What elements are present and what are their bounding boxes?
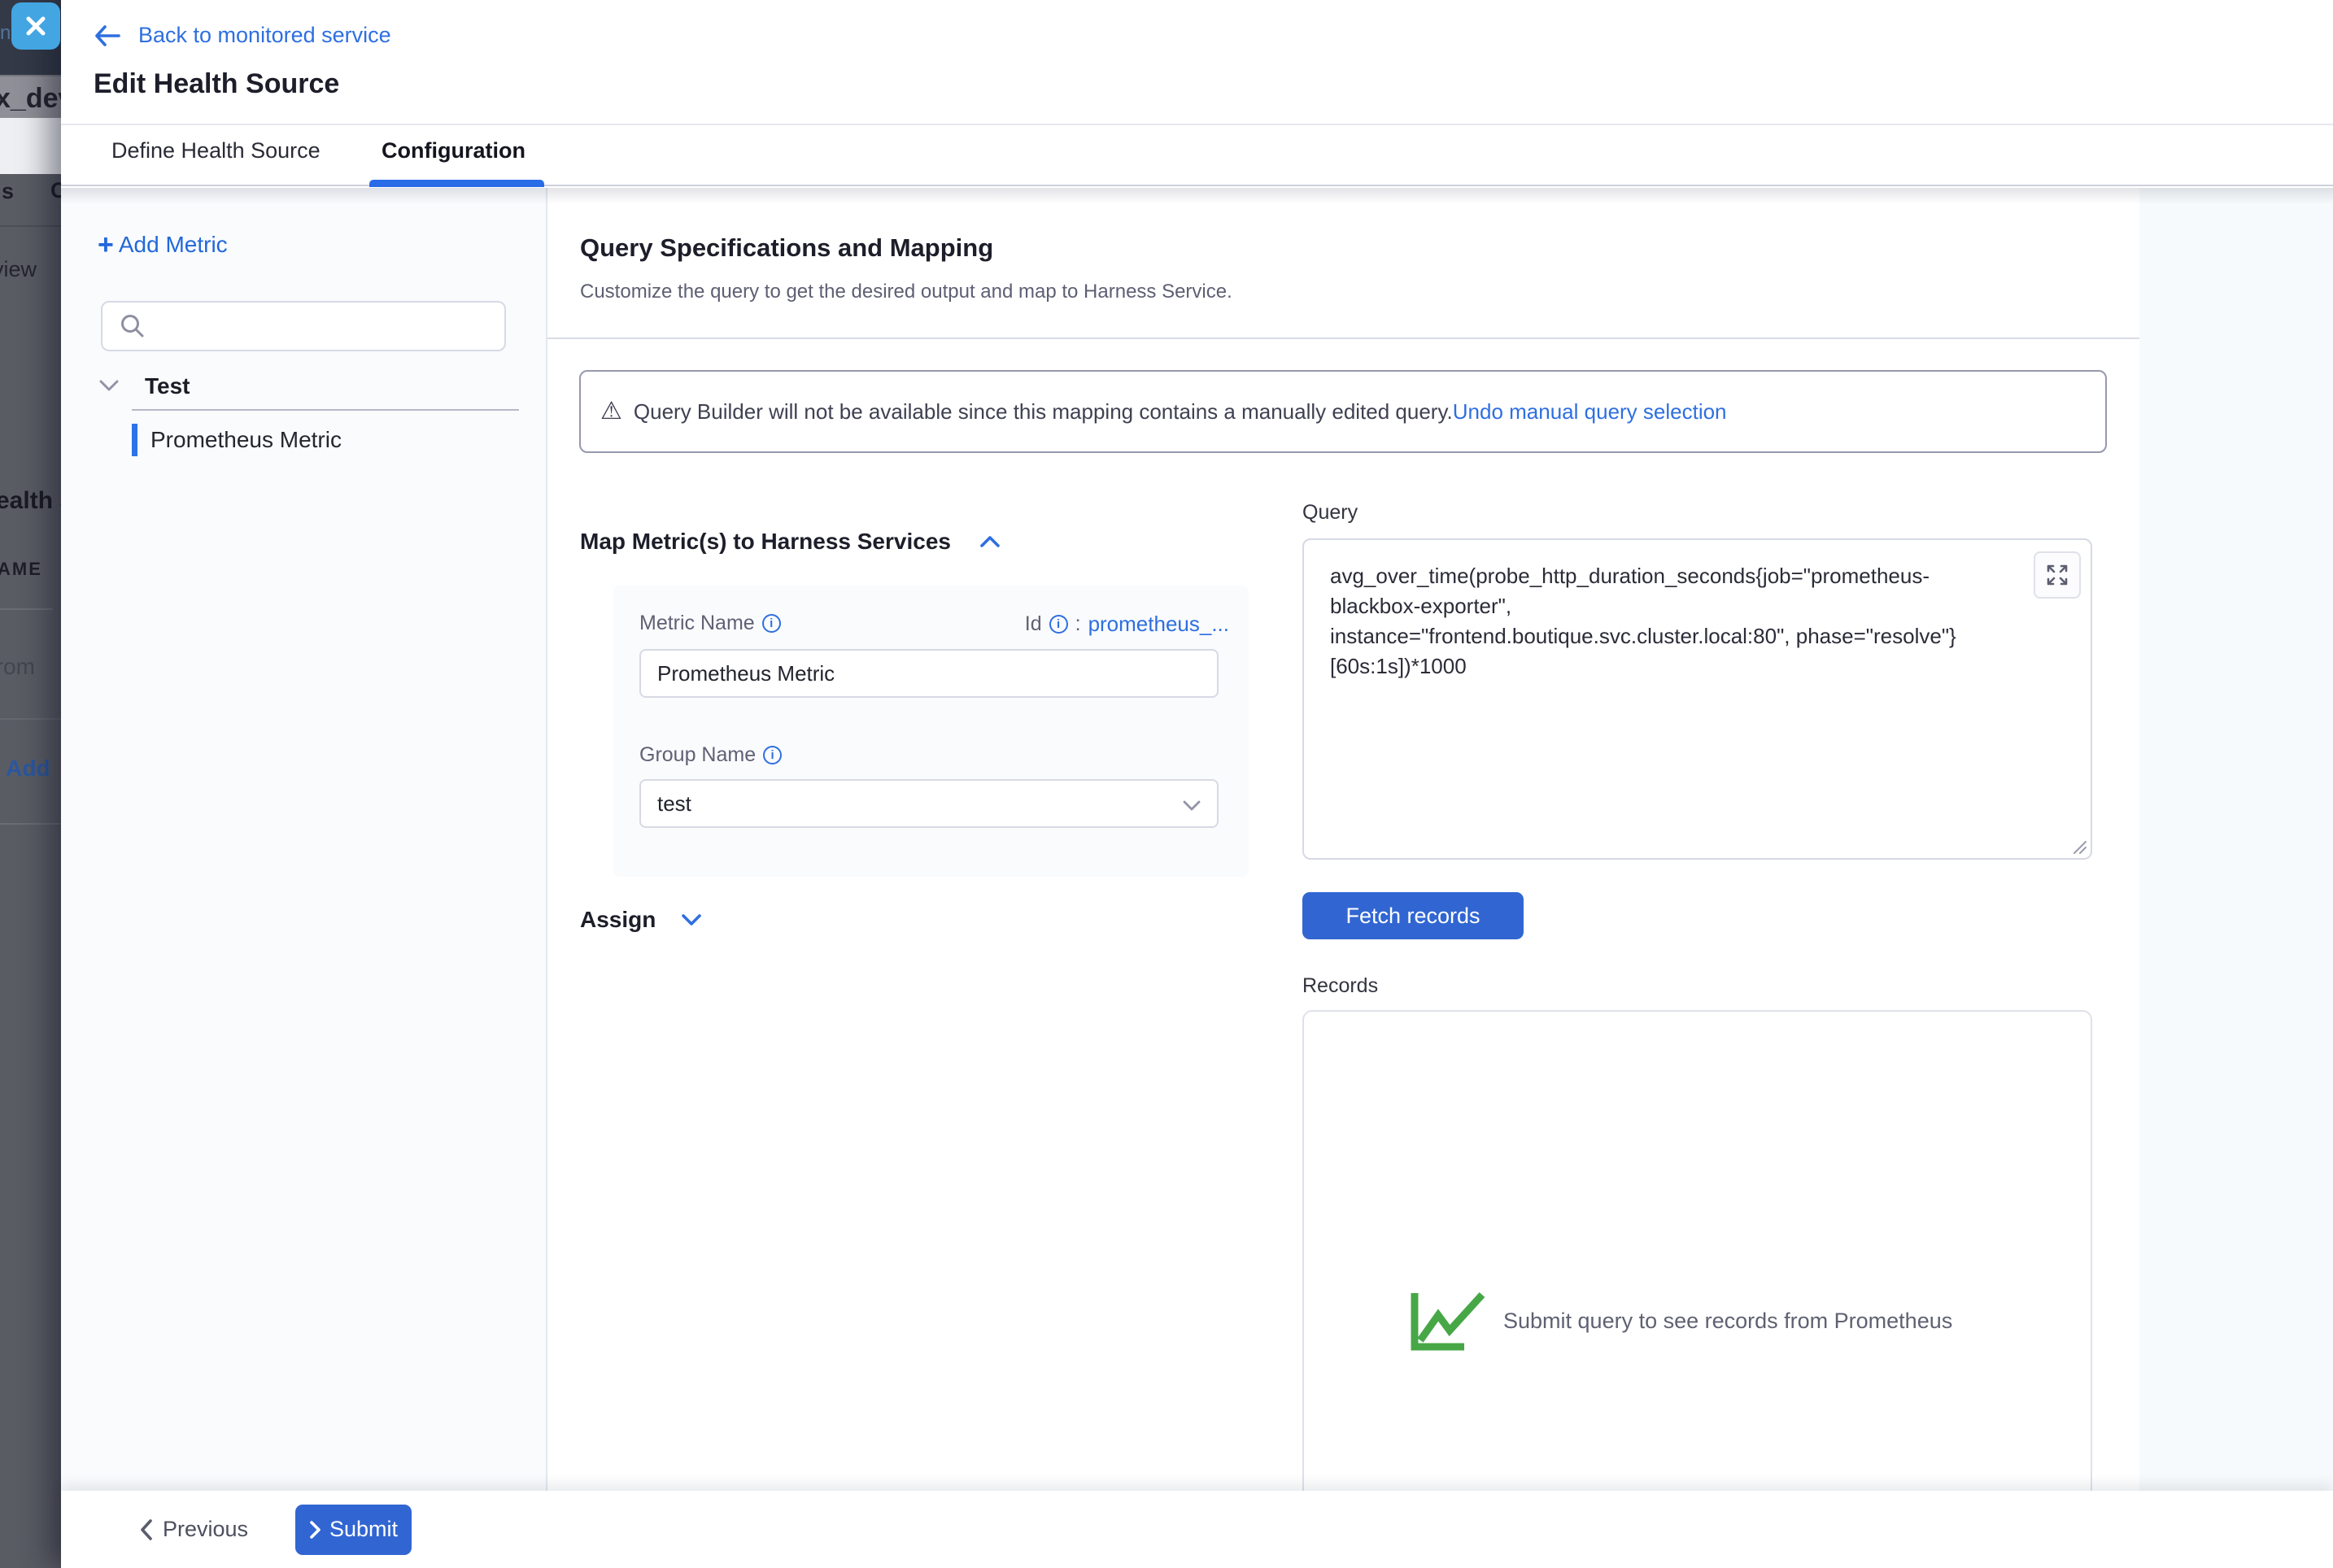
group-name-select[interactable]: test — [639, 779, 1219, 828]
fetch-records-button[interactable]: Fetch records — [1302, 892, 1524, 939]
sidebar-item-label: Prometheus Metric — [150, 427, 342, 453]
previous-button-label: Previous — [163, 1517, 248, 1542]
divider — [0, 225, 61, 227]
group-name-label-row: Group Name i — [639, 743, 782, 767]
chevron-left-icon — [139, 1518, 153, 1541]
divider — [547, 338, 2139, 339]
info-icon[interactable]: i — [1049, 615, 1068, 634]
map-metric-card: Metric Name i Id i : prometheus_... Grou… — [613, 586, 1249, 877]
search-input[interactable] — [158, 314, 499, 339]
query-text: avg_over_time(probe_http_duration_second… — [1330, 561, 2017, 682]
group-name-value: test — [657, 791, 691, 817]
expand-query-button[interactable] — [2034, 551, 2081, 599]
background-content: s C rview ealth So AME Prom + Add — [0, 174, 61, 1568]
background-page-dimmed: nt x_dev s C rview ealth So AME Prom + A… — [0, 0, 61, 1568]
submit-button[interactable]: Submit — [295, 1505, 412, 1555]
records-empty-text: Submit query to see records from Prometh… — [1503, 1309, 1952, 1334]
background-column-header-fragment: AME — [0, 559, 42, 580]
divider — [132, 409, 519, 411]
map-metrics-section-title[interactable]: Map Metric(s) to Harness Services — [580, 529, 951, 555]
records-panel: Submit query to see records from Prometh… — [1302, 1010, 2092, 1491]
metrics-sidebar: + Add Metric Test Prometheus — [61, 188, 547, 1491]
add-metric-label: Add Metric — [119, 232, 228, 258]
drawer-footer: Previous Submit — [61, 1491, 2333, 1568]
metric-name-label-row: Metric Name i — [639, 612, 781, 635]
divider — [0, 823, 61, 825]
close-icon[interactable] — [11, 2, 60, 50]
back-link-label: Back to monitored service — [138, 23, 391, 48]
divider — [61, 124, 2333, 125]
query-textarea[interactable]: avg_over_time(probe_http_duration_second… — [1302, 538, 2092, 860]
background-heading-fragment: ealth So — [0, 487, 61, 515]
records-label: Records — [1302, 974, 1378, 998]
background-navitem-fragment: rview — [0, 257, 37, 282]
id-label: Id — [1025, 612, 1042, 636]
metric-id-row: Id i : prometheus_... — [1025, 612, 1229, 637]
chevron-right-icon — [309, 1520, 321, 1540]
metric-group-test[interactable]: Test — [145, 373, 190, 399]
background-page-title-band: x_dev — [0, 75, 61, 118]
x-icon — [24, 15, 47, 37]
metric-name-input[interactable] — [639, 649, 1219, 698]
background-tab-fragment: s — [2, 179, 14, 204]
warning-icon: ⚠ — [600, 399, 622, 424]
background-tab-fragment: C — [50, 178, 61, 203]
search-icon — [119, 312, 146, 340]
chevron-down-icon — [1183, 800, 1201, 811]
tab-define-health-source[interactable]: Define Health Source — [111, 138, 321, 163]
undo-manual-query-link[interactable]: Undo manual query selection — [1453, 399, 1727, 425]
background-toolbar-band — [0, 118, 61, 174]
active-tab-underline — [369, 180, 544, 187]
background-add-button-fragment: + Add — [0, 756, 50, 782]
assign-section-title[interactable]: Assign — [580, 907, 656, 933]
chevron-down-icon[interactable] — [99, 380, 119, 392]
group-name-label: Group Name — [639, 743, 756, 767]
info-icon[interactable]: i — [763, 746, 782, 764]
edit-health-source-drawer: Back to monitored service Edit Health So… — [61, 0, 2333, 1568]
resize-grip[interactable] — [2068, 835, 2087, 855]
metric-name-label: Metric Name — [639, 612, 755, 635]
query-builder-warning-banner: ⚠ Query Builder will not be available si… — [579, 370, 2107, 453]
add-metric-button[interactable]: + Add Metric — [98, 232, 228, 258]
records-empty-state: Submit query to see records from Prometh… — [1407, 1288, 1952, 1353]
previous-button[interactable]: Previous — [139, 1517, 248, 1542]
background-page-title-fragment: x_dev — [0, 83, 61, 115]
screen: nt x_dev s C rview ealth So AME Prom + A… — [0, 0, 2333, 1568]
section-heading: Query Specifications and Mapping — [580, 233, 993, 263]
id-colon: : — [1075, 612, 1081, 636]
chevron-down-icon[interactable] — [682, 914, 701, 926]
line-chart-icon — [1407, 1288, 1487, 1353]
background-row-fragment: Prom — [0, 654, 35, 680]
plus-icon: + — [98, 233, 114, 257]
sidebar-item-prometheus-metric[interactable]: Prometheus Metric — [132, 422, 522, 458]
back-arrow-icon — [94, 25, 120, 46]
selected-indicator-bar — [132, 424, 137, 456]
back-link[interactable]: Back to monitored service — [94, 23, 391, 48]
chevron-up-icon[interactable] — [980, 535, 1000, 547]
query-label: Query — [1302, 501, 1358, 525]
warning-text: Query Builder will not be available sinc… — [634, 399, 1453, 425]
section-subheading: Customize the query to get the desired o… — [580, 281, 1232, 303]
divider — [0, 718, 61, 720]
right-gutter — [2139, 188, 2333, 1491]
metric-search — [101, 301, 506, 351]
page-title: Edit Health Source — [94, 68, 339, 100]
expand-icon — [2044, 562, 2070, 588]
drawer-body: + Add Metric Test Prometheus — [61, 188, 2333, 1491]
divider — [0, 608, 53, 610]
metric-id-link[interactable]: prometheus_... — [1088, 612, 1229, 637]
drawer-header: Back to monitored service Edit Health So… — [61, 0, 2333, 186]
submit-button-label: Submit — [329, 1517, 398, 1542]
info-icon[interactable]: i — [762, 614, 781, 633]
tab-configuration[interactable]: Configuration — [382, 138, 525, 163]
